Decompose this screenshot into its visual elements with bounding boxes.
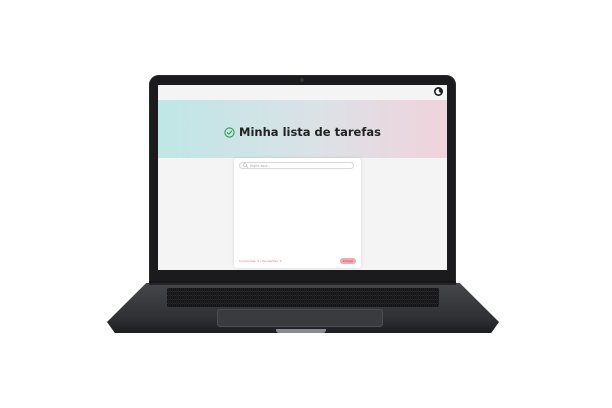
laptop-keyboard	[167, 288, 439, 307]
task-input[interactable]	[250, 162, 340, 169]
moon-icon	[435, 88, 441, 95]
laptop-notch	[276, 329, 326, 333]
page-title: Minha lista de tarefas	[239, 125, 381, 139]
laptop-lid: Minha lista de tarefas Concluídas: 0 | P…	[149, 75, 456, 283]
task-status-text: Concluídas: 0 | Pendentes: 0	[239, 259, 282, 263]
search-icon	[243, 163, 248, 168]
task-input-wrapper	[239, 162, 354, 169]
theme-toggle-button[interactable]	[434, 87, 443, 96]
laptop-trackpad	[217, 309, 383, 327]
camera	[300, 78, 304, 82]
check-circle-icon	[224, 126, 235, 138]
todo-card: Concluídas: 0 | Pendentes: 0 Limpar	[234, 158, 361, 268]
header-banner: Minha lista de tarefas	[158, 100, 447, 158]
clear-button[interactable]: Limpar	[340, 258, 356, 264]
app-screen: Minha lista de tarefas Concluídas: 0 | P…	[158, 85, 447, 270]
page-title-row: Minha lista de tarefas	[158, 125, 447, 139]
laptop-hinge	[149, 281, 456, 285]
